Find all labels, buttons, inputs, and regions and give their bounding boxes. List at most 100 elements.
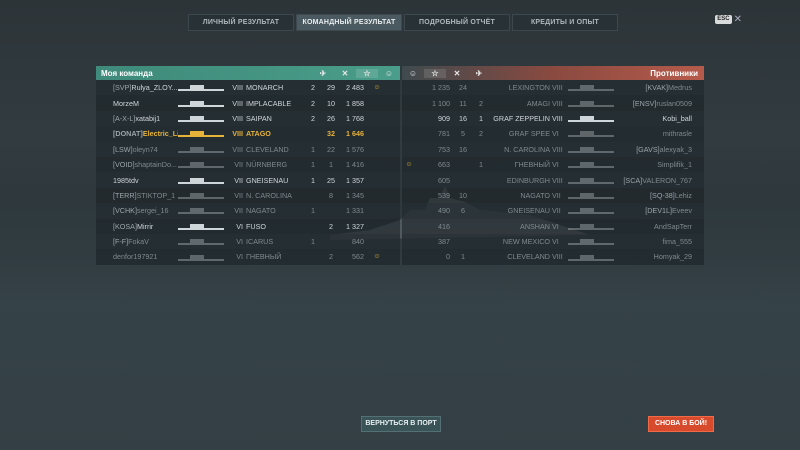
ship-silhouette-icon [178,239,224,246]
ship-name: NAGATO [246,206,276,216]
player-name-cell: [VCHK]sergei_16 [96,206,178,215]
ship-silhouette [178,145,230,154]
player-name: Rulya_ZLOY... [131,83,178,93]
ship-tier: VIII [232,98,243,108]
ship-tier: VII [234,160,243,170]
player-name-cell: [SQ-38]Lehiz [620,191,698,200]
ships-destroyed: 8 [329,190,333,200]
player-row[interactable]: 539 10 NAGATO VII [SQ-38]Lehiz [402,188,704,203]
base-xp: 539 [438,190,450,200]
player-row[interactable]: [SVP]Rulya_ZLOY... VIII MONARCH 2 29 2 483 ☺ [96,80,400,96]
player-row[interactable]: 753 16 N. CAROLINA VIII [GAVS]alexyak_3 [402,141,704,157]
ship-silhouette [178,99,230,108]
ship-silhouette [568,145,620,154]
player-name-cell: [ENSV]ruslan0509 [620,99,698,108]
clan-tag: [DONAT] [113,129,143,139]
player-row[interactable]: [KOSA]Mirrir VI FUSO 2 1 327 [96,219,400,234]
player-row[interactable]: [DONAT]Electric_Li... VIIIATAGO 32 1 646 [96,126,400,141]
player-name: VALERON_767 [642,175,692,185]
ship-tier: VII [234,175,243,185]
ship-name: MONARCH [246,83,284,93]
result-tabs: ЛИЧНЫЙ РЕЗУЛЬТАТ КОМАНДНЫЙ РЕЗУЛЬТАТ ПОД… [188,14,618,31]
ships-destroyed: 26 [327,113,335,123]
ship-name: GRAF SPEE [508,129,550,139]
base-xp: 781 [438,129,450,139]
return-to-port-button[interactable]: ВЕРНУТЬСЯ В ПОРТ [361,416,441,432]
player-name-cell: [VOID]shaptainDo... [96,160,178,169]
player-row[interactable]: 605 EDINBURGH VIII [SCA]VALERON_767 [402,172,704,188]
tab-personal-result[interactable]: ЛИЧНЫЙ РЕЗУЛЬТАТ [188,14,294,31]
base-xp: 1 327 [346,221,364,231]
player-row[interactable]: MorzeM VIII IMPLACABLE 2 10 1 858 [96,95,400,110]
ships-destroyed: 25 [327,175,335,185]
player-name: MorzeM [113,98,139,108]
ship-silhouette [568,176,620,185]
clan-tag: [GAVS] [636,144,660,154]
battle-again-button[interactable]: СНОВА В БОЙ! [648,416,714,432]
esc-key-label: ESC [715,15,732,24]
ship-tier: VIII [552,252,563,262]
ships-destroyed-icon: ✕ [453,68,461,78]
player-row[interactable]: ☺ 663 1 ГНЕВНЫЙ VI Simplifik_1 [402,157,704,172]
player-row[interactable]: 909 16 1 GRAF ZEPPELIN VIII Kobi_ball [402,110,704,127]
player-row[interactable]: 1 100 11 2 AMAGI VIII [ENSV]ruslan0509 [402,95,704,110]
player-row[interactable]: 490 6 GNEISENAU VII [DEV1L]Eveev [402,203,704,219]
clan-tag: [LSW] [113,144,133,154]
player-name: AndSapTerr [654,221,692,231]
player-name: Kobi_ball [662,113,692,123]
player-row[interactable]: [TERR]STIKTOP_1 VII N. CAROLINA 8 1 345 [96,188,400,203]
ship-silhouette-icon [568,193,614,200]
player-row[interactable]: [LSW]oleyn74 VIII CLEVELAND 1 22 1 576 [96,141,400,157]
ship-silhouette-icon [568,223,614,230]
ship-name: EDINBURGH [506,175,550,185]
player-row[interactable]: 1 235 24 LEXINGTON VIII [KVAK]Medrus [402,80,704,96]
ship-name: ANSHAN [520,221,550,231]
ship-silhouette [568,206,620,215]
my-team-list: [SVP]Rulya_ZLOY... VIII MONARCH 2 29 2 483 ☺ Mo… [96,80,400,265]
ship-name: N. CAROLINA [504,144,550,154]
ship-tier: VIII [552,175,563,185]
aircraft-destroyed: 1 [311,160,315,170]
player-row[interactable]: 387 NEW MEXICO VI fima_555 [402,233,704,250]
player-row[interactable]: [VOID]shaptainDo... VII NÜRNBERG 1 1 1 416 [96,157,400,172]
ship-name: GNEISENAU [246,175,289,185]
ship-silhouette-icon [568,131,614,138]
ship-silhouette [178,237,230,246]
my-team-title: Моя команда [101,68,153,78]
player-row[interactable]: 0 1 CLEVELAND VIII Homyak_29 [402,249,704,264]
ship-silhouette [178,129,230,138]
my-team-header: Моя команда ✈ ✕ ☆ ☺ [96,66,400,80]
tab-team-result[interactable]: КОМАНДНЫЙ РЕЗУЛЬТАТ [296,14,402,31]
player-name-cell: Homyak_29 [620,252,698,261]
tab-credits-xp[interactable]: КРЕДИТЫ И ОПЫТ [512,14,618,31]
ship-silhouette-icon [178,146,224,153]
close-button[interactable]: ESC ✕ [715,15,742,25]
ship-name: GRAF ZEPPELIN [493,113,550,123]
ship-silhouette [568,237,620,246]
player-row[interactable]: denfor197921 VI ГНЕВНЫЙ 2 562 ☺ [96,249,400,264]
ship-silhouette [178,83,230,92]
ship-tier: VII [552,190,561,200]
aircraft-destroyed: 2 [479,129,483,139]
ship-silhouette [568,160,620,169]
tab-detailed-report[interactable]: ПОДРОБНЫЙ ОТЧЁТ [404,14,510,31]
ship-silhouette-icon [568,208,614,215]
player-name: Lehiz [674,190,692,200]
player-row[interactable]: 416 ANSHAN VI AndSapTerr [402,219,704,234]
player-name: fima_555 [662,237,692,247]
ship-name: NÜRNBERG [246,160,288,170]
ships-destroyed: 11 [459,98,467,108]
player-row[interactable]: 781 5 2 GRAF SPEE VI mithrasle [402,126,704,141]
player-row[interactable]: [F-F]FokaV VI ICARUS 1 840 [96,233,400,250]
aircraft-destroyed: 2 [311,113,315,123]
player-row[interactable]: 1985tdv VII GNEISENAU 1 25 1 357 [96,172,400,188]
ship-silhouette [178,160,230,169]
ship-name: AMAGI [526,98,550,108]
player-row[interactable]: [VCHK]sergei_16 VII NAGATO 1 1 331 [96,203,400,219]
player-name-cell: denfor197921 [96,252,178,261]
ship-tier: VII [234,190,243,200]
ship-tier: VI [236,237,243,247]
base-xp: 562 [352,252,364,262]
player-row[interactable]: [A-X-L]xatabij1 VIII SAIPAN 2 26 1 768 [96,110,400,127]
ships-destroyed-icon: ✕ [341,68,349,78]
